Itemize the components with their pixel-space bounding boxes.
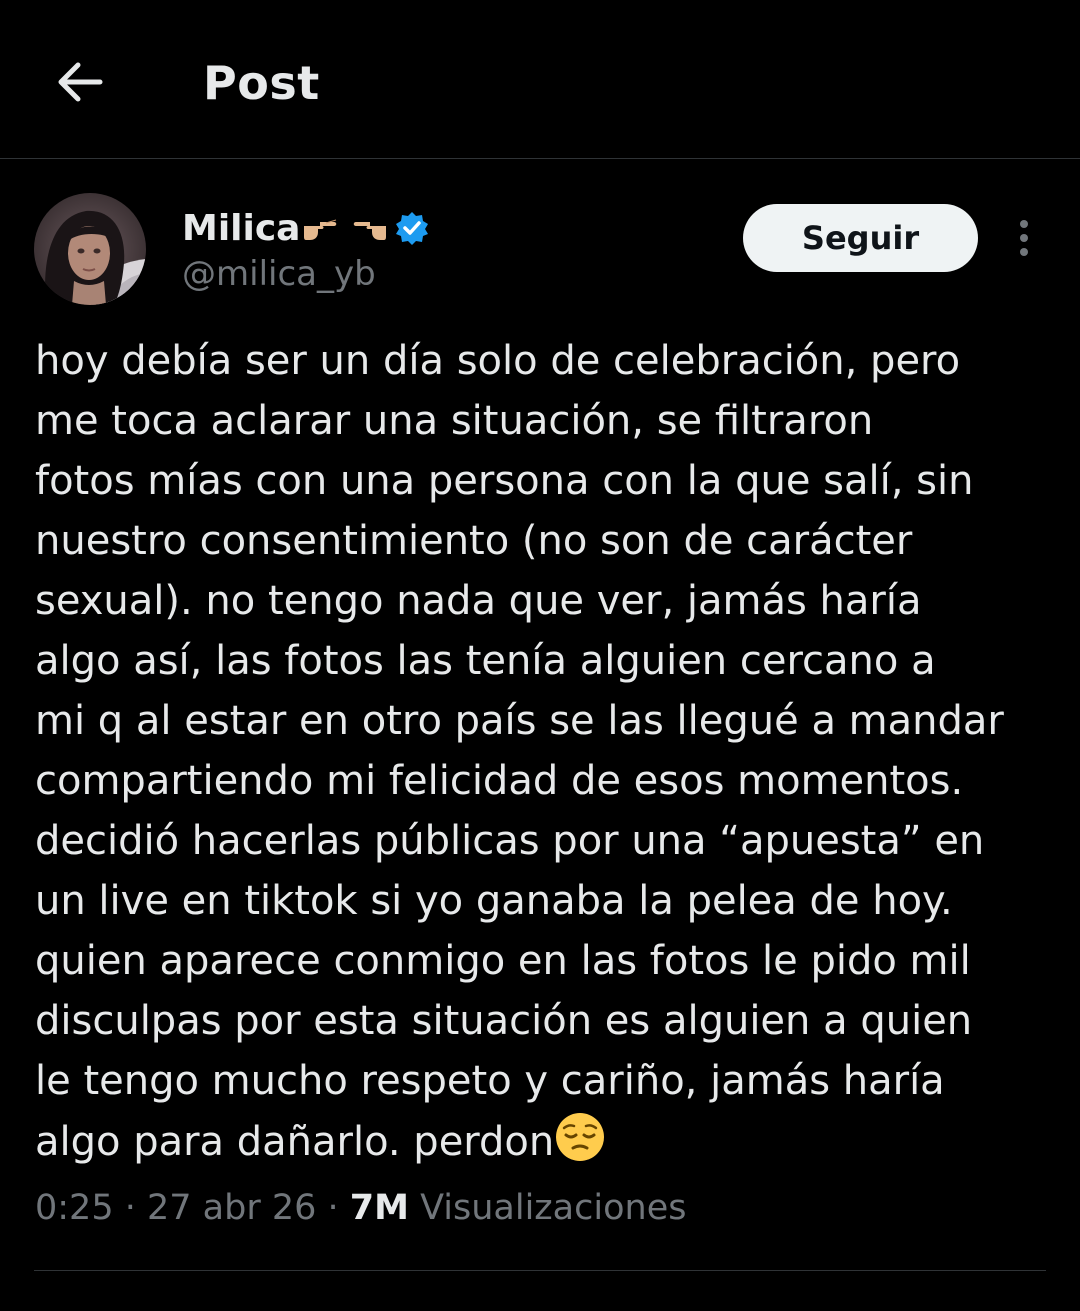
post-text: hoy debía ser un día solo de celebración…: [35, 331, 1045, 1171]
post-text-line: le tengo mucho respeto y cariño, jamás h…: [35, 1058, 945, 1104]
post-author: Milica @milica_yb Seguir: [0, 190, 1080, 310]
back-button[interactable]: [48, 50, 112, 114]
more-options-button[interactable]: [1004, 214, 1044, 262]
post-text-line: fotos mías con una persona con la que sa…: [35, 458, 974, 504]
post-date[interactable]: 27 abr 26: [147, 1188, 316, 1228]
pensive-face-emoji: [554, 1111, 606, 1163]
post-text-last-line: algo para dañarlo. perdon: [35, 1111, 1045, 1171]
views-count[interactable]: 7M: [350, 1188, 409, 1228]
post-text-line: mi q al estar en otro país se las llegué…: [35, 698, 1004, 744]
meta-separator: ·: [113, 1188, 147, 1228]
page-title: Post: [203, 56, 320, 110]
post-text-line: disculpas por esta situación es alguien …: [35, 998, 973, 1044]
divider: [34, 1270, 1046, 1271]
arrow-left-icon: [58, 62, 103, 102]
post-text-line: algo para dañarlo. perdon: [35, 1119, 555, 1165]
avatar-photo: [34, 193, 146, 305]
name-row: Milica: [182, 206, 430, 250]
post-text-line: quien aparece conmigo en las fotos le pi…: [35, 938, 971, 984]
top-app-bar: Post: [0, 0, 1080, 159]
post-metadata: 0:25 · 27 abr 26 · 7M Visualizaciones: [35, 1188, 686, 1228]
follow-button[interactable]: Seguir: [743, 204, 978, 272]
post-text-line: hoy debía ser un día solo de celebración…: [35, 338, 961, 384]
views-label: Visualizaciones: [408, 1188, 687, 1228]
post-time[interactable]: 0:25: [35, 1188, 114, 1228]
post-text-line: algo así, las fotos las tenía alguien ce…: [35, 638, 936, 684]
meta-separator: ·: [316, 1188, 350, 1228]
vertical-ellipsis-icon: [1020, 220, 1028, 256]
post-text-line: sexual). no tengo nada que ver, jamás ha…: [35, 578, 922, 624]
user-handle[interactable]: @milica_yb: [182, 254, 376, 294]
post-text-line: nuestro consentimiento (no son de caráct…: [35, 518, 913, 564]
display-name[interactable]: Milica: [182, 208, 300, 249]
avatar[interactable]: [34, 193, 146, 305]
post-text-line: un live en tiktok si yo ganaba la pelea …: [35, 878, 953, 924]
post-text-line: decidió hacerlas públicas por una “apues…: [35, 818, 985, 864]
post-text-line: me toca aclarar una situación, se filtra…: [35, 398, 874, 444]
post-text-line: compartiendo mi felicidad de esos moment…: [35, 758, 964, 804]
pointing-fingers-emoji: [302, 212, 388, 244]
verified-badge-icon: [394, 210, 430, 246]
